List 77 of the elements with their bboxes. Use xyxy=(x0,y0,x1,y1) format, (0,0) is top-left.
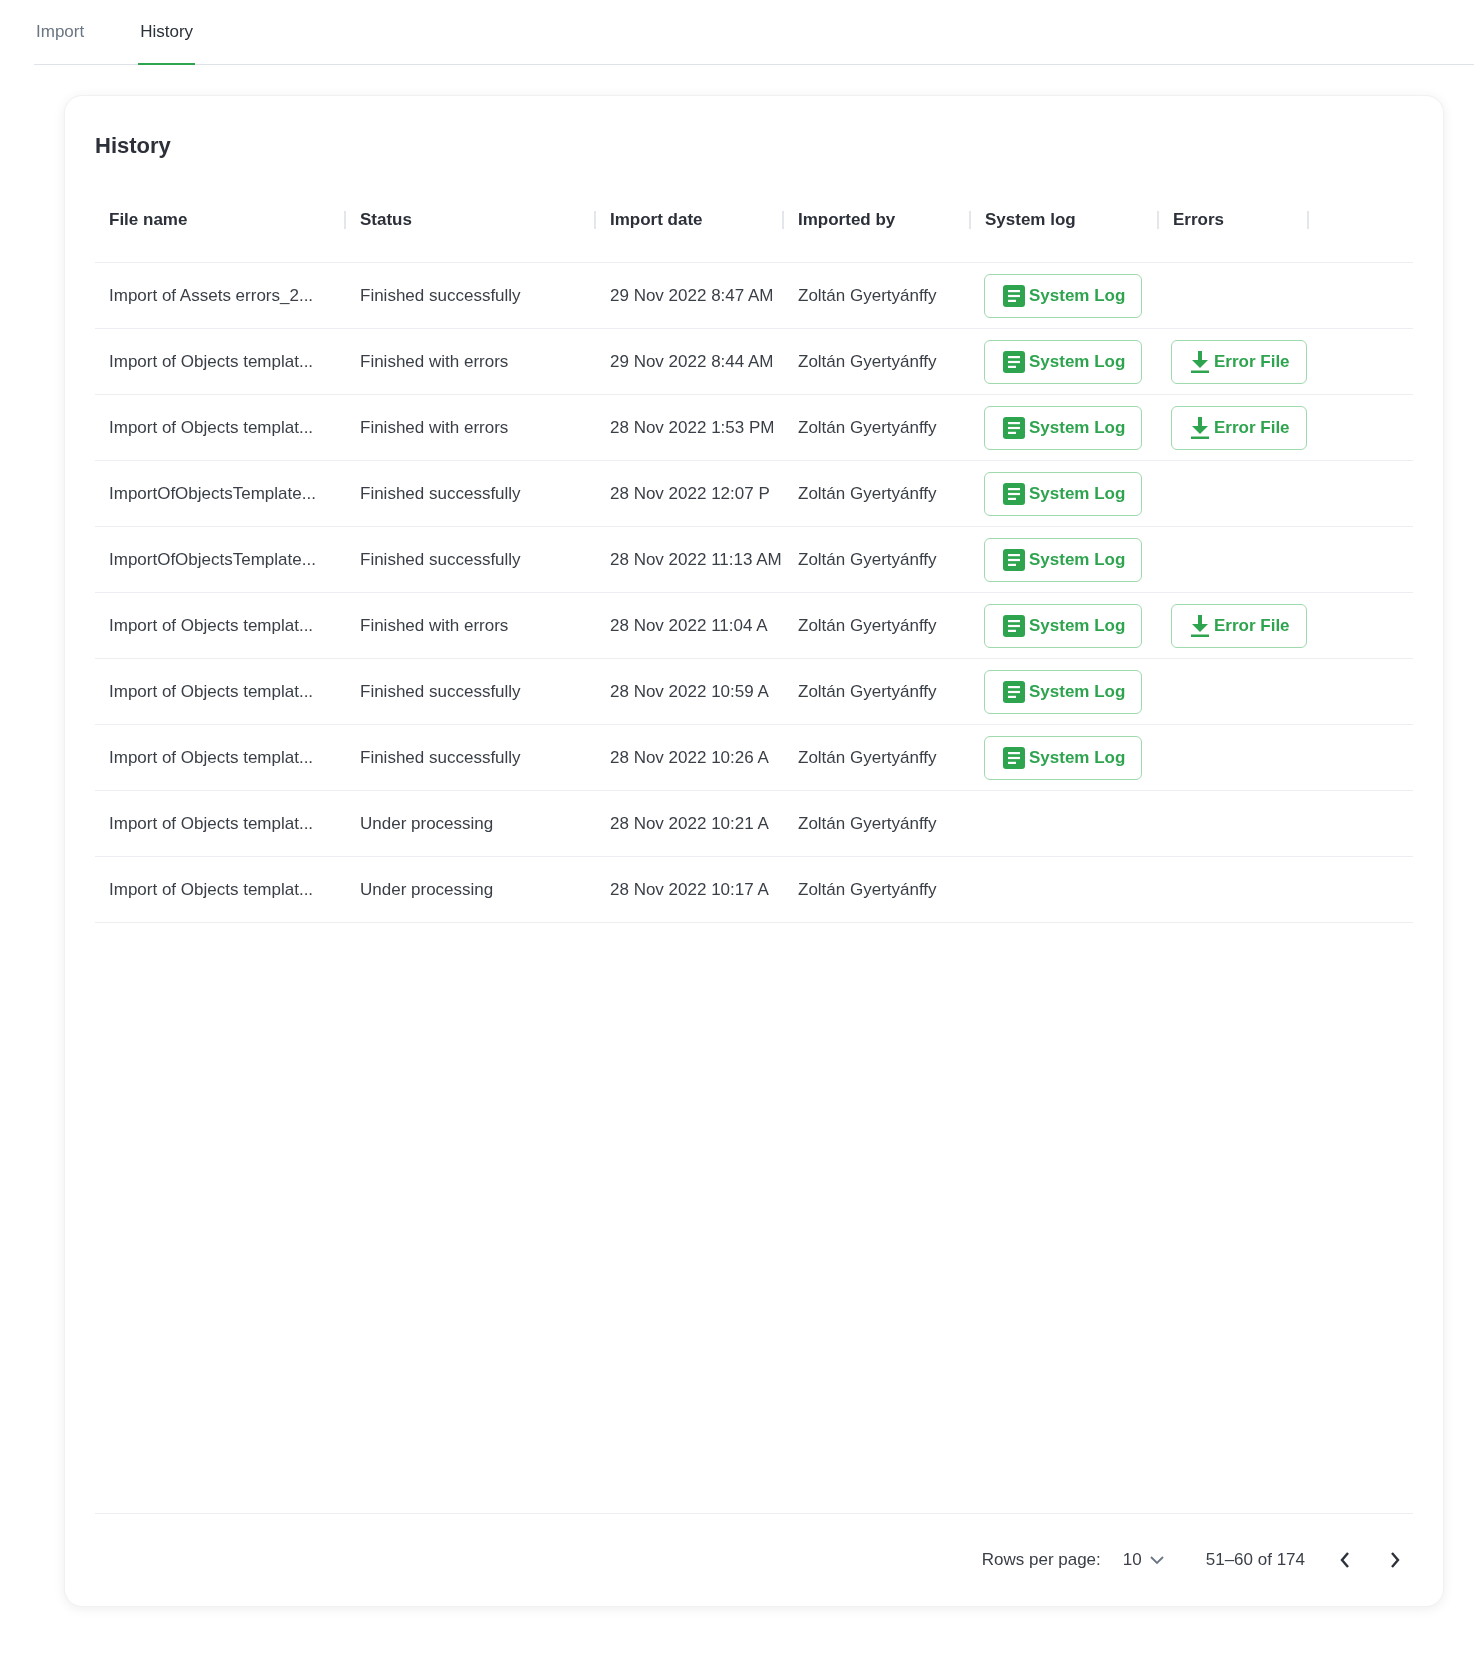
system-log-button[interactable]: System Log xyxy=(984,405,1143,450)
import-date-cell-text: 28 Nov 2022 10:26 A xyxy=(609,747,770,768)
rows-per-page-label: Rows per page: xyxy=(981,1550,1101,1570)
system-log-button[interactable]: System Log xyxy=(984,471,1143,516)
document-icon xyxy=(1003,680,1025,703)
import-date-cell-text: 28 Nov 2022 11:04 A xyxy=(609,615,769,636)
document-icon xyxy=(1003,416,1025,439)
document-icon xyxy=(1003,548,1025,571)
file-name-cell-text: Import of Objects templat... xyxy=(108,813,315,834)
status-cell-text: Finished with errors xyxy=(359,417,510,438)
file-name-cell-text: ImportOfObjectsTemplate... xyxy=(108,483,317,504)
file-name-cell-text: Import of Objects templat... xyxy=(108,615,315,636)
imported-by-cell-text: Zoltán Gyertyánffy xyxy=(797,417,938,438)
chevron-down-icon xyxy=(1149,1555,1164,1565)
page-range: 51–60 of 174 xyxy=(1205,1550,1305,1570)
document-icon xyxy=(1003,350,1025,373)
rows-per-page-select[interactable]: 10 xyxy=(1122,1550,1164,1570)
status-cell-text: Finished successfully xyxy=(359,483,522,504)
column-header: Errors xyxy=(1173,210,1225,230)
import-date-cell-text: 28 Nov 2022 1:53 PM xyxy=(609,417,776,438)
status-cell-text: Under processing xyxy=(359,813,495,834)
column-header: Import date xyxy=(610,210,703,230)
column-header: Imported by xyxy=(798,210,896,230)
status-cell-text: Finished with errors xyxy=(359,351,510,372)
imported-by-cell-text: Zoltán Gyertyánffy xyxy=(797,879,938,900)
file-name-cell-text: Import of Objects templat... xyxy=(108,417,315,438)
file-name-cell-text: Import of Objects templat... xyxy=(108,747,315,768)
system-log-button[interactable]: System Log xyxy=(984,669,1143,714)
chevron-left-icon xyxy=(1339,1551,1351,1569)
imported-by-cell-text: Zoltán Gyertyánffy xyxy=(797,351,938,372)
status-cell-text: Under processing xyxy=(359,879,495,900)
file-name-cell-text: Import of Objects templat... xyxy=(108,681,315,702)
card-title: History xyxy=(95,132,172,160)
system-log-button[interactable]: System Log xyxy=(984,735,1143,780)
file-name-cell-text: Import of Objects templat... xyxy=(108,879,315,900)
tab[interactable]: Import xyxy=(34,0,87,65)
status-cell-text: Finished successfully xyxy=(359,285,522,306)
document-icon xyxy=(1003,614,1025,637)
import-date-cell-text: 28 Nov 2022 12:07 P xyxy=(609,483,771,504)
imported-by-cell-text: Zoltán Gyertyánffy xyxy=(797,615,938,636)
import-date-cell-text: 28 Nov 2022 10:21 A xyxy=(609,813,770,834)
imported-by-cell-text: Zoltán Gyertyánffy xyxy=(797,813,938,834)
column-header: Status xyxy=(360,210,412,230)
tab[interactable]: History xyxy=(138,0,196,65)
download-icon xyxy=(1190,350,1210,373)
column-header: System log xyxy=(985,210,1076,230)
error-file-button[interactable]: Error File xyxy=(1171,405,1307,450)
document-icon xyxy=(1003,482,1025,505)
import-date-cell-text: 28 Nov 2022 10:59 A xyxy=(609,681,770,702)
imported-by-cell-text: Zoltán Gyertyánffy xyxy=(797,681,938,702)
import-date-cell-text: 29 Nov 2022 8:44 AM xyxy=(609,351,775,372)
system-log-button[interactable]: System Log xyxy=(984,339,1143,384)
status-cell-text: Finished successfully xyxy=(359,681,522,702)
system-log-button[interactable]: System Log xyxy=(984,273,1143,318)
download-icon xyxy=(1190,614,1210,637)
file-name-cell-text: Import of Objects templat... xyxy=(108,351,315,372)
status-cell-text: Finished successfully xyxy=(359,747,522,768)
system-log-button[interactable]: System Log xyxy=(984,603,1143,648)
imported-by-cell-text: Zoltán Gyertyánffy xyxy=(797,483,938,504)
error-file-button[interactable]: Error File xyxy=(1171,339,1307,384)
imported-by-cell-text: Zoltán Gyertyánffy xyxy=(797,549,938,570)
import-date-cell-text: 28 Nov 2022 10:17 A xyxy=(609,879,770,900)
chevron-right-icon xyxy=(1389,1551,1401,1569)
column-header: File name xyxy=(109,210,188,230)
download-icon xyxy=(1190,416,1210,439)
file-name-cell-text: Import of Assets errors_2... xyxy=(108,285,315,306)
status-cell-text: Finished successfully xyxy=(359,549,522,570)
import-date-cell-text: 29 Nov 2022 8:47 AM xyxy=(609,285,775,306)
status-cell-text: Finished with errors xyxy=(359,615,510,636)
imported-by-cell-text: Zoltán Gyertyánffy xyxy=(797,747,938,768)
error-file-button[interactable]: Error File xyxy=(1171,603,1307,648)
import-date-cell-text: 28 Nov 2022 11:13 AM xyxy=(609,549,783,570)
document-icon xyxy=(1003,284,1025,307)
document-icon xyxy=(1003,746,1025,769)
file-name-cell-text: ImportOfObjectsTemplate... xyxy=(108,549,317,570)
imported-by-cell-text: Zoltán Gyertyánffy xyxy=(797,285,938,306)
system-log-button[interactable]: System Log xyxy=(984,537,1143,582)
